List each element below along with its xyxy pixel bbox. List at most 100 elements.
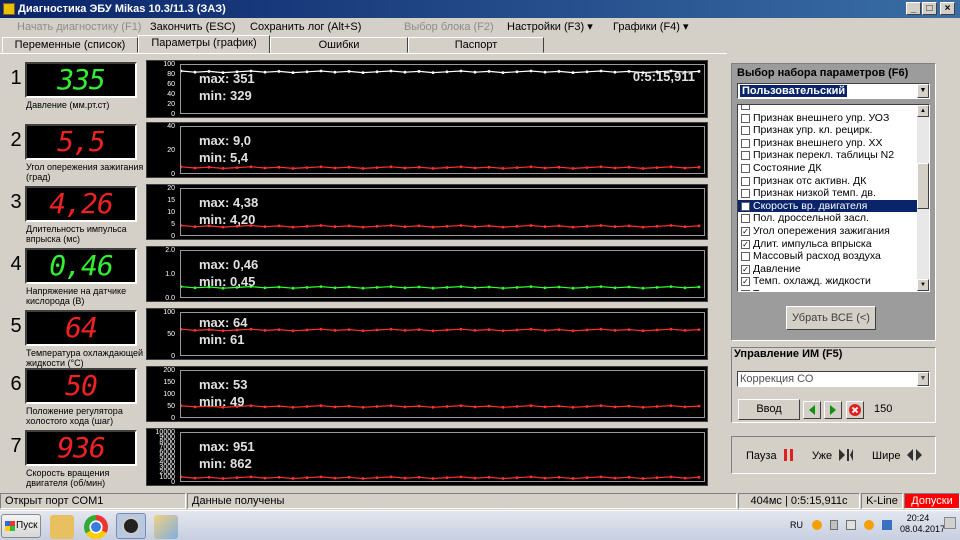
- clear-all-button[interactable]: Убрать ВСЕ (<): [786, 306, 876, 330]
- tray-network-icon[interactable]: [882, 520, 892, 530]
- parameter-graph[interactable]: 40 20 0 max: 9,0 min: 5,4: [146, 122, 708, 178]
- parameter-list-scrollbar[interactable]: ▲ ▼: [917, 105, 929, 291]
- trace-point: [571, 405, 575, 409]
- trace-point: [319, 69, 323, 73]
- parameter-list-label: Скорость вр. двигателя: [753, 199, 868, 212]
- narrow-icon: [839, 449, 854, 461]
- parameter-list-item[interactable]: Признак внешнего упр. ХХ: [738, 137, 929, 150]
- checkbox-icon[interactable]: [741, 214, 750, 224]
- parameter-list-item[interactable]: ✓ Давление: [738, 263, 929, 276]
- show-desktop-icon[interactable]: [944, 517, 956, 529]
- narrower-button[interactable]: Уже: [812, 449, 854, 462]
- checkbox-checked-icon[interactable]: ✓: [741, 201, 750, 211]
- trace-point: [389, 224, 393, 227]
- tab-passport[interactable]: Паспорт: [408, 37, 544, 53]
- checkbox-checked-icon[interactable]: ✓: [741, 264, 750, 274]
- checkbox-checked-icon[interactable]: ✓: [741, 239, 750, 249]
- parameter-list-item[interactable]: Пол. дроссельной засл.: [738, 212, 929, 225]
- parameter-list-item[interactable]: Признак низкой темп. дв.: [738, 187, 929, 200]
- checkbox-checked-icon[interactable]: ✓: [741, 277, 750, 287]
- chevron-down-icon[interactable]: ▼: [917, 372, 929, 386]
- close-button[interactable]: ×: [940, 2, 955, 15]
- parameter-list-item[interactable]: ✓ Угол опережения зажигания: [738, 225, 929, 238]
- wider-button[interactable]: Шире: [872, 449, 923, 462]
- trace-point: [403, 405, 407, 409]
- minimize-button[interactable]: _: [906, 2, 921, 15]
- checkbox-icon[interactable]: [741, 289, 750, 291]
- parameter-graph[interactable]: 100 80 60 40 20 0 max: 351 min: 329 0:5:15,911: [146, 60, 708, 118]
- checkbox-icon[interactable]: [741, 105, 750, 110]
- checkbox-icon[interactable]: [741, 113, 750, 123]
- parameter-list-item[interactable]: Признак упр. кл. рецирк.: [738, 124, 929, 137]
- parameter-list-item[interactable]: Состояние ДК: [738, 162, 929, 175]
- parameter-list-item[interactable]: ✓ Скорость вр. двигателя: [738, 199, 929, 213]
- parameter-graph[interactable]: 2.0 1.0 0.0 max: 0,46 min: 0,45: [146, 246, 708, 302]
- preset-select[interactable]: Пользовательский ▼: [737, 83, 930, 99]
- parameter-list-label: Угол опережения зажигания: [753, 224, 890, 237]
- parameter-list-item[interactable]: [738, 105, 929, 112]
- parameter-list-item[interactable]: Признак отс активн. ДК: [738, 175, 929, 188]
- menu-select-unit[interactable]: Выбор блока (F2): [404, 20, 494, 34]
- parameter-list-item[interactable]: Массовый расход воздуха: [738, 250, 929, 263]
- actuator-select[interactable]: Коррекция СО ▼: [737, 371, 930, 387]
- checkbox-icon[interactable]: [741, 163, 750, 173]
- parameter-list-item[interactable]: ✓ Длит. импульса впрыска: [738, 238, 929, 251]
- trace-point: [697, 70, 701, 73]
- parameter-list-item[interactable]: Температура воздуха: [738, 288, 929, 291]
- language-indicator[interactable]: RU: [790, 520, 803, 530]
- scroll-thumb[interactable]: [917, 163, 929, 209]
- trace-point: [417, 475, 421, 479]
- tray-battery-icon[interactable]: [830, 520, 838, 530]
- increase-button[interactable]: [824, 401, 842, 419]
- parameter-list-item[interactable]: Признак внешнего упр. УОЗ: [738, 112, 929, 125]
- tray-clock[interactable]: 20:24 08.04.2017: [900, 513, 945, 535]
- scroll-down-icon[interactable]: ▼: [917, 279, 929, 291]
- parameter-graph[interactable]: 100 50 0 max: 64 min: 61: [146, 308, 708, 360]
- tab-variables-list[interactable]: Переменные (список): [2, 37, 138, 53]
- row-number: 3: [10, 191, 22, 213]
- arrow-right-icon: [830, 405, 836, 415]
- menu-graphs[interactable]: Графики (F4) ▾: [613, 20, 689, 34]
- trace-point: [277, 404, 281, 408]
- menu-save-log[interactable]: Сохранить лог (Alt+S): [250, 20, 361, 34]
- parameter-graph[interactable]: 20 15 10 5 0 max: 4,38 min: 4,20: [146, 184, 708, 240]
- y-tick-label: 0: [171, 111, 175, 118]
- chevron-down-icon[interactable]: ▼: [917, 84, 929, 98]
- y-tick-label: 80: [167, 71, 175, 78]
- checkbox-icon[interactable]: [741, 252, 750, 262]
- parameter-graph[interactable]: 200 150 100 50 0 max: 53 min: 49: [146, 366, 708, 422]
- status-tolerance-alert[interactable]: Допуски: [904, 493, 960, 509]
- stop-button[interactable]: [846, 401, 864, 419]
- menu-start-diagnostics[interactable]: Начать диагностику (F1): [17, 20, 141, 34]
- checkbox-icon[interactable]: [741, 176, 750, 186]
- tab-errors[interactable]: Ошибки: [270, 37, 408, 53]
- tray-notify-icon[interactable]: [864, 520, 874, 530]
- checkbox-icon[interactable]: [741, 138, 750, 148]
- tray-volume-icon[interactable]: [846, 520, 856, 530]
- menu-finish[interactable]: Закончить (ESC): [150, 20, 236, 34]
- decrease-button[interactable]: [803, 401, 821, 419]
- parameter-list-item[interactable]: ✓ Темп. охлажд. жидкости: [738, 275, 929, 288]
- tray-app-icon[interactable]: [812, 520, 822, 530]
- paint-icon[interactable]: [154, 515, 178, 539]
- checkbox-icon[interactable]: [741, 151, 750, 161]
- checkbox-checked-icon[interactable]: ✓: [741, 226, 750, 236]
- checkbox-icon[interactable]: [741, 126, 750, 136]
- pause-button[interactable]: Пауза: [746, 449, 795, 462]
- start-button[interactable]: Пуск: [1, 514, 41, 538]
- trace-point: [571, 167, 575, 170]
- checkbox-icon[interactable]: [741, 189, 750, 199]
- trace-point: [599, 404, 603, 408]
- file-explorer-icon[interactable]: [50, 515, 74, 539]
- parameter-graph[interactable]: 10000 9000 8000 7000 6000 5000 4000 3000 2000 100…: [146, 428, 708, 486]
- trace-point: [473, 329, 477, 332]
- tab-parameters-graph[interactable]: Параметры (график): [138, 35, 270, 53]
- maximize-button[interactable]: □: [922, 2, 937, 15]
- diagnostics-app-task[interactable]: [116, 513, 146, 539]
- input-button[interactable]: Ввод: [738, 399, 800, 420]
- parameter-list[interactable]: Признак внешнего упр. УОЗ Признак упр. кл…: [737, 104, 930, 292]
- menu-settings[interactable]: Настройки (F3) ▾: [507, 20, 593, 34]
- parameter-list-item[interactable]: Признак перекл. таблицы N2: [738, 149, 929, 162]
- scroll-up-icon[interactable]: ▲: [917, 105, 929, 117]
- chrome-icon[interactable]: [84, 515, 108, 539]
